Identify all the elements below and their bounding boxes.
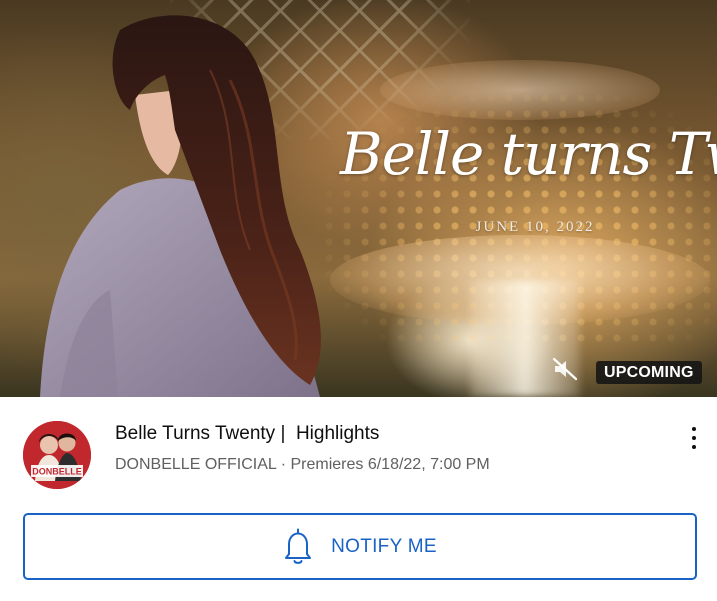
premiere-time: Premieres 6/18/22, 7:00 PM — [290, 456, 490, 473]
avatar-wordmark: DONBELLE — [32, 467, 82, 477]
kebab-dot — [692, 445, 696, 449]
video-subtitle: DONBELLE OFFICIAL · Premieres 6/18/22, 7… — [115, 456, 490, 474]
kebab-dot — [692, 436, 696, 440]
thumbnail-title-overlay: Belle turns Twenty — [340, 120, 717, 188]
notify-me-button[interactable]: NOTIFY ME — [23, 513, 697, 580]
channel-avatar[interactable]: DONBELLE — [23, 421, 91, 489]
more-vert-icon[interactable] — [684, 425, 704, 451]
meta-separator: · — [280, 456, 287, 473]
thumbnail-date-overlay: JUNE 10, 2022 — [475, 219, 595, 235]
video-title[interactable]: Belle Turns Twenty | Highlights — [115, 423, 379, 445]
channel-avatar-image: DONBELLE — [23, 421, 91, 489]
channel-name[interactable]: DONBELLE OFFICIAL — [115, 456, 276, 473]
bell-icon — [285, 528, 312, 564]
muted-speaker-icon[interactable] — [552, 357, 578, 381]
upcoming-badge: UPCOMING — [596, 361, 702, 384]
video-meta-row: DONBELLE Belle Turns Twenty | Highlights… — [0, 397, 717, 507]
video-thumbnail[interactable]: Belle turns Twenty JUNE 10, 2022 UPCOMIN… — [0, 0, 717, 397]
notify-me-label: NOTIFY ME — [331, 535, 437, 557]
kebab-dot — [692, 427, 696, 431]
